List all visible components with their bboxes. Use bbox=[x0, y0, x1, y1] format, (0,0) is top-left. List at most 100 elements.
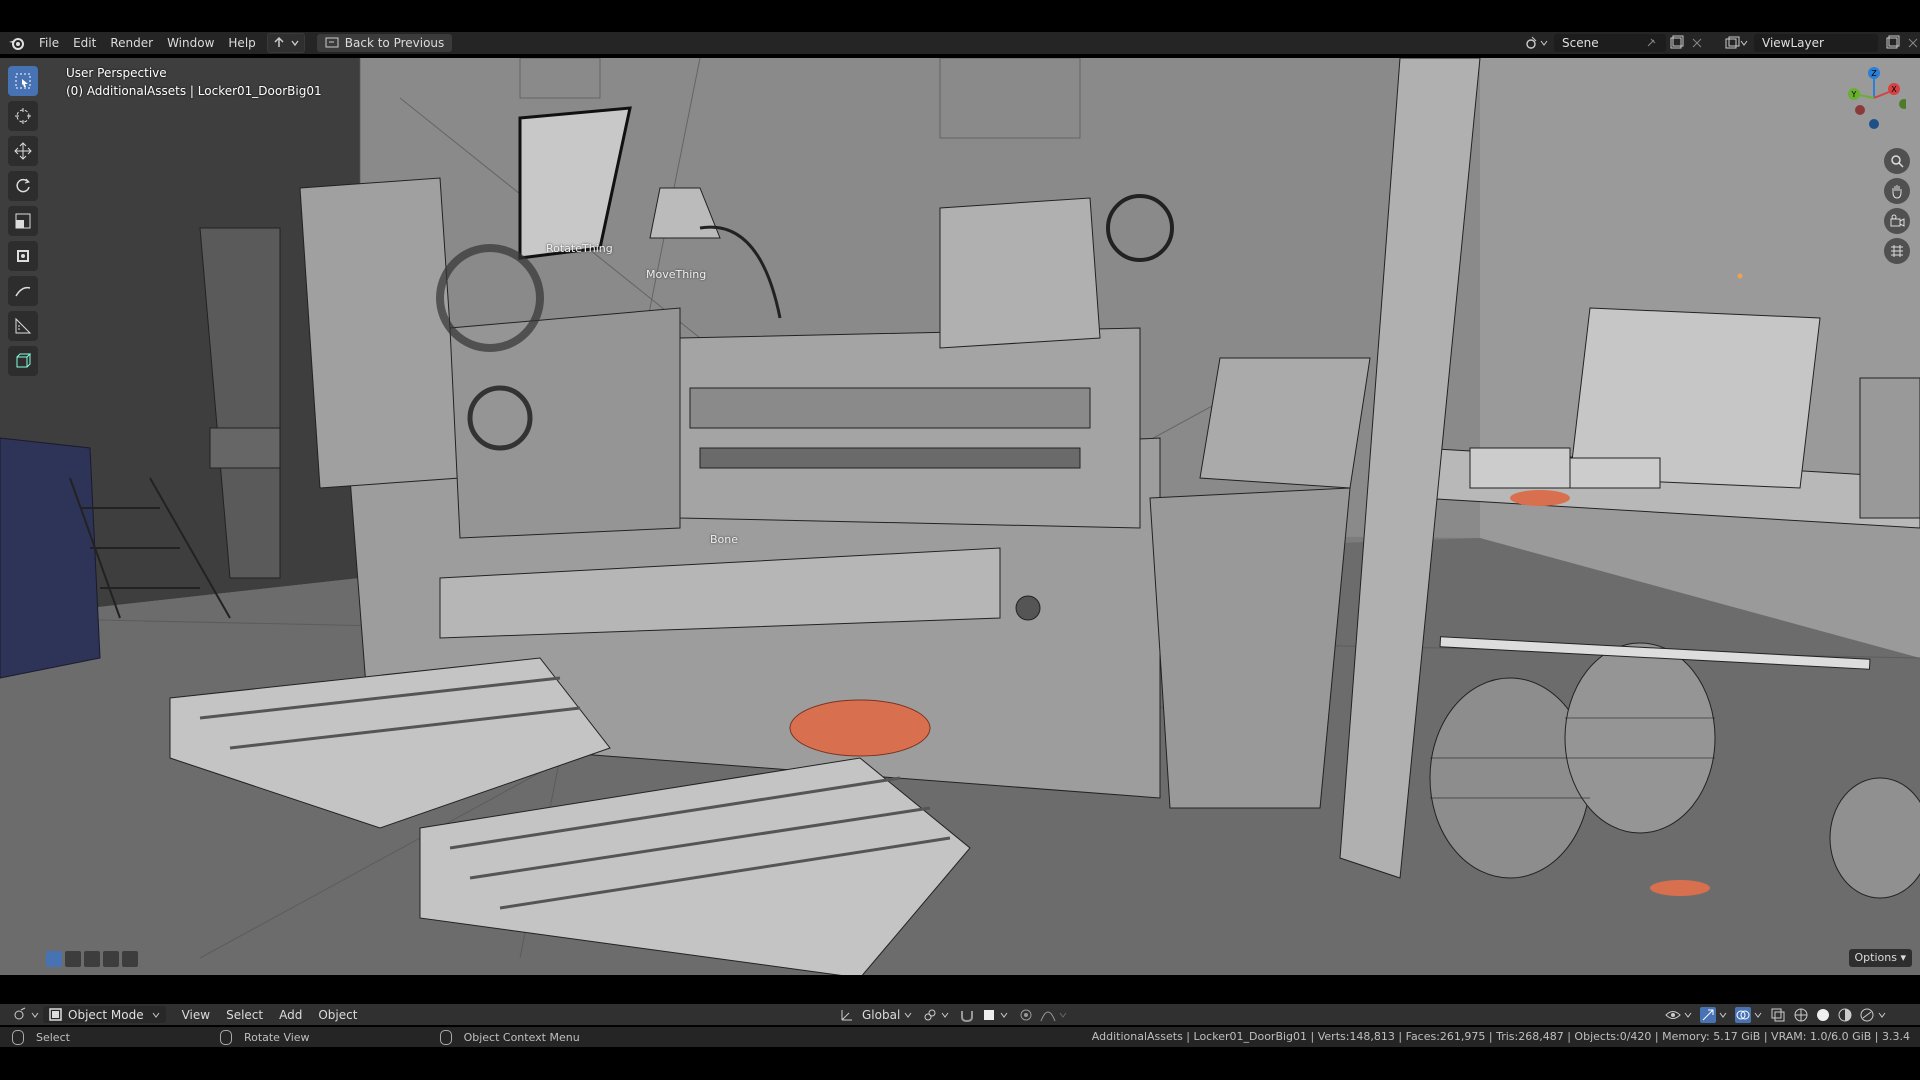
orientation-dropdown[interactable]: Global bbox=[858, 1008, 904, 1022]
scene-icon bbox=[1526, 36, 1548, 49]
menu-help[interactable]: Help bbox=[221, 32, 262, 54]
header-menu-select[interactable]: Select bbox=[218, 1008, 271, 1022]
menu-window[interactable]: Window bbox=[160, 32, 221, 54]
chevron-down-icon bbox=[291, 40, 299, 47]
viewport-display-group bbox=[1662, 1004, 1886, 1025]
chevron-down-icon bbox=[1719, 1012, 1727, 1018]
scale-icon bbox=[15, 213, 31, 229]
navigation-gizmo[interactable]: Z X Y bbox=[1842, 64, 1906, 134]
upload-dropdown-button[interactable] bbox=[266, 33, 305, 53]
status-context-label: Object Context Menu bbox=[463, 1030, 580, 1044]
screen-back-icon bbox=[325, 37, 339, 48]
scene-selector[interactable]: Scene bbox=[1524, 34, 1704, 52]
rotate-thing-label: RotateThing bbox=[546, 242, 613, 255]
3d-viewport[interactable]: User Perspective (0) AdditionalAssets | … bbox=[0, 58, 1920, 975]
add-cube-tool[interactable] bbox=[8, 346, 38, 376]
selection-mode-buttons bbox=[46, 951, 141, 967]
selmode-intersect-button[interactable] bbox=[122, 951, 138, 967]
svg-text:Y: Y bbox=[1851, 90, 1857, 99]
blender-window: File Edit Render Window Help Back to Pre… bbox=[0, 0, 1920, 1080]
move-thing-label: MoveThing bbox=[646, 268, 707, 281]
transform-orientation-group: Global bbox=[836, 1004, 1067, 1025]
menu-file[interactable]: File bbox=[32, 32, 66, 54]
cursor-icon bbox=[15, 108, 31, 124]
scale-tool[interactable] bbox=[8, 206, 38, 236]
selmode-invert-button[interactable] bbox=[103, 951, 119, 967]
gizmo-toggle-icon[interactable] bbox=[1700, 1006, 1716, 1023]
new-scene-icon[interactable] bbox=[1668, 35, 1684, 51]
move-tool[interactable] bbox=[8, 136, 38, 166]
pivot-point-icon[interactable] bbox=[922, 1007, 938, 1023]
status-context-hint: Object Context Menu bbox=[439, 1029, 580, 1045]
editor-type-icon[interactable] bbox=[12, 1007, 28, 1023]
blender-logo-icon[interactable] bbox=[8, 34, 26, 52]
shading-rendered-icon[interactable] bbox=[1859, 1007, 1875, 1023]
chevron-down-icon bbox=[1059, 1012, 1067, 1018]
chevron-down-icon bbox=[941, 1012, 949, 1018]
delete-viewlayer-icon[interactable] bbox=[1906, 36, 1920, 50]
mouse-right-icon bbox=[439, 1029, 452, 1045]
object-mode-dropdown[interactable]: Object Mode bbox=[43, 1006, 166, 1023]
svg-text:Z: Z bbox=[1871, 69, 1877, 78]
status-rotate-hint: Rotate View bbox=[219, 1029, 310, 1045]
pin-icon[interactable] bbox=[1644, 36, 1658, 50]
orientation-icon bbox=[841, 1009, 852, 1020]
options-label: Options bbox=[1854, 951, 1897, 964]
selmode-subtract-button[interactable] bbox=[84, 951, 100, 967]
new-viewlayer-icon[interactable] bbox=[1884, 35, 1900, 51]
workshop-scene-render[interactable] bbox=[0, 58, 1920, 975]
camera-view-button[interactable] bbox=[1884, 208, 1910, 234]
measure-icon bbox=[15, 317, 32, 334]
measure-tool[interactable] bbox=[8, 311, 38, 341]
select-box-tool[interactable] bbox=[8, 66, 38, 96]
status-bar: Select Rotate View Object Context Menu A… bbox=[0, 1027, 1920, 1047]
chevron-down-icon bbox=[31, 1012, 39, 1018]
header-menu-add[interactable]: Add bbox=[271, 1008, 310, 1022]
top-menu-bar: File Edit Render Window Help Back to Pre… bbox=[0, 32, 1920, 54]
zoom-icon bbox=[1891, 155, 1904, 168]
rotate-tool[interactable] bbox=[8, 171, 38, 201]
viewport-header: Object Mode View Select Add Object Globa… bbox=[0, 1004, 1920, 1025]
menu-render[interactable]: Render bbox=[103, 32, 160, 54]
visibility-icon[interactable] bbox=[1665, 1007, 1681, 1023]
delete-scene-icon[interactable] bbox=[1690, 36, 1704, 50]
zoom-button[interactable] bbox=[1884, 148, 1910, 174]
viewlayer-name-field[interactable]: ViewLayer bbox=[1754, 34, 1878, 52]
shading-solid-icon[interactable] bbox=[1815, 1007, 1831, 1023]
mouse-left-icon bbox=[12, 1029, 24, 1045]
rotate-icon bbox=[16, 178, 30, 193]
chevron-down-icon bbox=[1000, 1012, 1008, 1018]
falloff-icon[interactable] bbox=[1040, 1007, 1056, 1023]
shading-wireframe-icon[interactable] bbox=[1793, 1007, 1809, 1023]
object-mode-icon bbox=[49, 1008, 62, 1021]
header-menu-view[interactable]: View bbox=[174, 1008, 218, 1022]
selmode-new-button[interactable] bbox=[46, 951, 62, 967]
viewlayer-icon bbox=[1725, 36, 1748, 49]
add-cube-icon bbox=[16, 353, 32, 368]
ortho-toggle-button[interactable] bbox=[1884, 238, 1910, 264]
upload-icon bbox=[274, 36, 284, 47]
overlays-toggle-icon[interactable] bbox=[1735, 1006, 1751, 1023]
options-dropdown[interactable]: Options ▾ bbox=[1848, 949, 1912, 967]
back-to-previous-button[interactable]: Back to Previous bbox=[316, 34, 453, 52]
status-select-label: Select bbox=[36, 1030, 70, 1044]
selmode-extend-button[interactable] bbox=[65, 951, 81, 967]
select-box-icon bbox=[15, 73, 31, 89]
pan-button[interactable] bbox=[1884, 178, 1910, 204]
snap-target-icon[interactable] bbox=[981, 1007, 997, 1023]
camera-icon bbox=[1890, 214, 1905, 227]
proportional-edit-icon[interactable] bbox=[1018, 1007, 1034, 1023]
chevron-down-icon bbox=[1754, 1012, 1762, 1018]
annotate-tool[interactable] bbox=[8, 276, 38, 306]
move-icon bbox=[14, 142, 32, 160]
viewlayer-selector[interactable]: ViewLayer bbox=[1724, 34, 1920, 52]
xray-toggle-icon[interactable] bbox=[1770, 1007, 1786, 1023]
transform-tool[interactable] bbox=[8, 241, 38, 271]
menu-edit[interactable]: Edit bbox=[66, 32, 103, 54]
shading-material-icon[interactable] bbox=[1837, 1007, 1853, 1023]
annotate-icon bbox=[15, 286, 31, 297]
chevron-down-icon bbox=[1878, 1012, 1886, 1018]
snap-icon[interactable] bbox=[959, 1007, 975, 1023]
header-menu-object[interactable]: Object bbox=[310, 1008, 365, 1022]
cursor-tool[interactable] bbox=[8, 101, 38, 131]
